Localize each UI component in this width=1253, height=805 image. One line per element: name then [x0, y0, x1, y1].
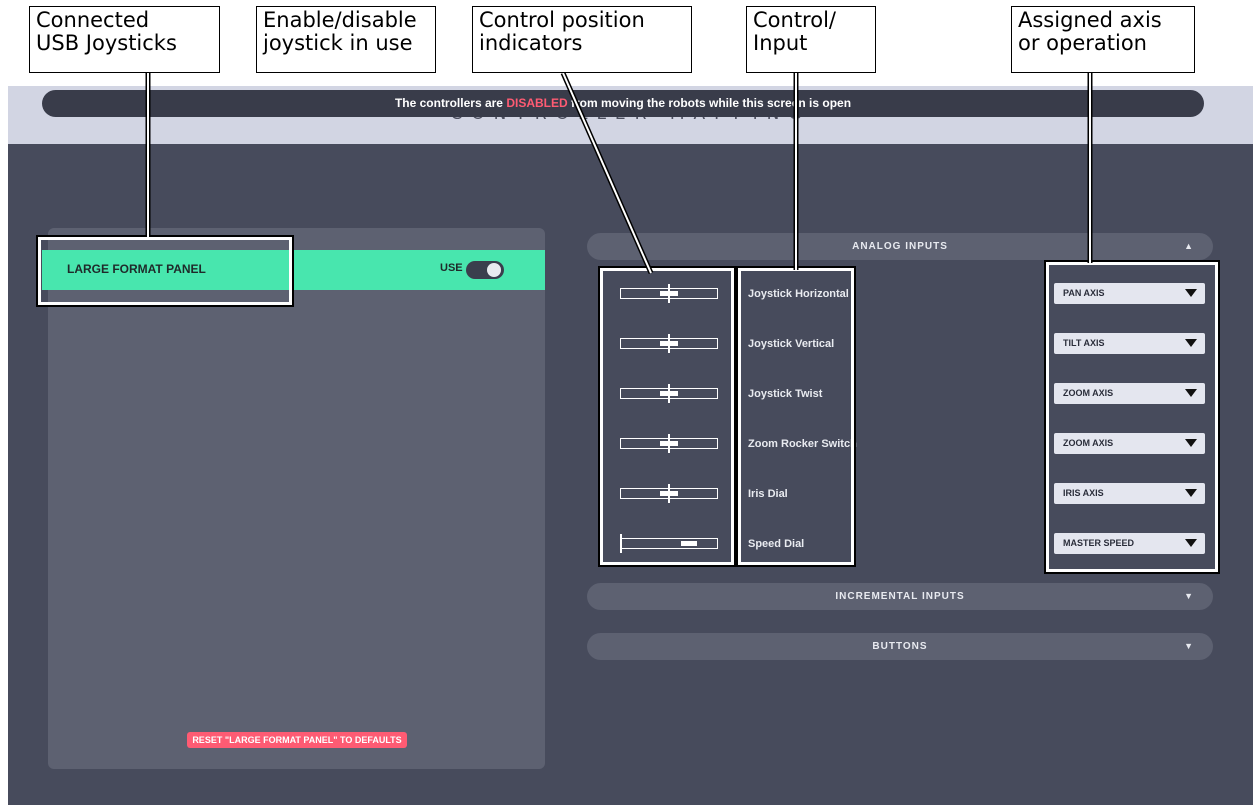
callout-leader-lines [145, 71, 1093, 275]
callout-line: Enable/disable [263, 8, 417, 32]
callout-position-indicators: Control position indicators [472, 6, 692, 73]
callout-assigned-axis: Assigned axis or operation [1011, 6, 1195, 73]
callout-line: indicators [479, 31, 583, 55]
callout-enable-disable: Enable/disable joystick in use [256, 6, 436, 73]
callout-control-input: Control/ Input [746, 6, 876, 73]
callout-line: Input [753, 31, 808, 55]
callout-line: or operation [1018, 31, 1147, 55]
callout-line: Connected [36, 8, 150, 32]
callout-connected-joysticks: Connected USB Joysticks [29, 6, 220, 73]
callout-line: Assigned axis [1018, 8, 1162, 32]
callout-line: Control/ [753, 8, 836, 32]
callout-line: joystick in use [263, 31, 413, 55]
callout-line: USB Joysticks [36, 31, 177, 55]
callout-line: Control position [479, 8, 645, 32]
